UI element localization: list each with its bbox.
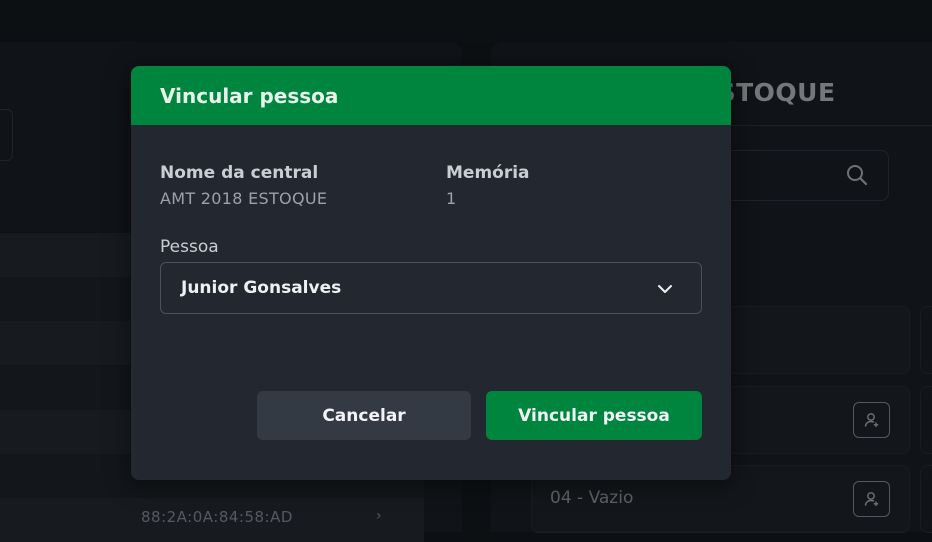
search-icon[interactable]	[846, 164, 868, 186]
add-person-icon	[864, 413, 878, 427]
left-search-input[interactable]	[0, 109, 13, 161]
cancel-button[interactable]: Cancelar	[257, 391, 471, 440]
memory-card-edge	[920, 306, 932, 374]
chevron-right-icon: ›	[376, 508, 382, 524]
memory-card-edge	[920, 465, 932, 533]
person-select-value: Junior Gonsalves	[181, 278, 342, 298]
memory-card-label: 04 - Vazio	[550, 488, 634, 508]
person-label: Pessoa	[160, 237, 219, 257]
modal-title: Vincular pessoa	[160, 84, 339, 108]
link-person-button[interactable]	[853, 402, 890, 438]
link-person-confirm-button[interactable]: Vincular pessoa	[486, 391, 702, 440]
link-person-modal: Vincular pessoa Nome da central AMT 2018…	[131, 66, 731, 480]
link-person-button[interactable]	[853, 481, 890, 517]
central-name-label: Nome da central	[160, 163, 319, 183]
chevron-down-icon	[658, 285, 672, 293]
memory-label: Memória	[446, 163, 530, 183]
memory-value: 1	[446, 189, 457, 208]
mac-address: 88:2A:0A:84:58:AD	[141, 508, 293, 526]
central-name-value: AMT 2018 ESTOQUE	[160, 189, 328, 208]
memory-card-edge	[920, 386, 932, 454]
person-select[interactable]: Junior Gonsalves	[160, 262, 702, 314]
add-person-icon	[864, 492, 878, 506]
modal-header: Vincular pessoa	[131, 66, 731, 125]
